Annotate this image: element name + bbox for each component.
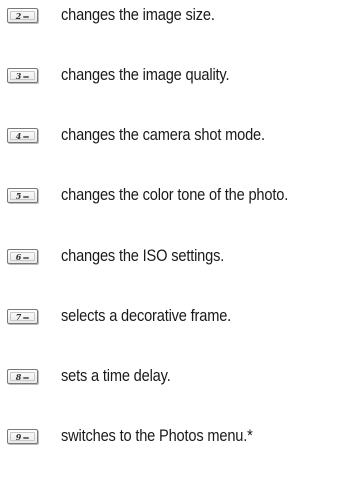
key-face: 8 (10, 372, 35, 381)
item-description: sets a time delay. (61, 366, 171, 385)
item-description: changes the ISO settings. (61, 246, 225, 265)
list-item: 4 changes the camera shot mode. (0, 122, 356, 152)
key-face: 5 (10, 191, 35, 200)
key-digit: 3 (15, 70, 22, 81)
key-function-list: 2 changes the image size. 3 changes the … (0, 0, 356, 479)
key-face: 6 (10, 252, 35, 261)
item-description: changes the image quality. (61, 65, 230, 84)
key-digit: 5 (15, 190, 22, 201)
key-letters-mark (23, 15, 30, 18)
key-9-icon: 9 (7, 429, 38, 444)
key-letters-mark (23, 256, 30, 259)
list-item: 5 changes the color tone of the photo. (0, 182, 356, 212)
list-item: 3 changes the image quality. (0, 62, 356, 92)
list-item: 8 sets a time delay. (0, 363, 356, 393)
key-face: 4 (10, 131, 35, 140)
key-5-icon: 5 (7, 188, 38, 203)
item-description: selects a decorative frame. (61, 306, 232, 325)
item-description: changes the image size. (61, 5, 215, 24)
key-4-icon: 4 (7, 128, 38, 143)
item-description: changes the color tone of the photo. (61, 185, 289, 204)
key-letters-mark (23, 376, 30, 379)
key-face: 7 (10, 312, 35, 321)
list-item: 2 changes the image size. (0, 2, 356, 32)
key-8-icon: 8 (7, 369, 38, 384)
key-digit: 8 (15, 371, 22, 382)
key-letters-mark (23, 75, 30, 78)
key-digit: 4 (15, 130, 22, 141)
key-digit: 9 (15, 431, 22, 442)
item-description: changes the camera shot mode. (61, 125, 265, 144)
item-description: switches to the Photos menu.* (61, 426, 253, 445)
list-item: 7 selects a decorative frame. (0, 303, 356, 333)
key-face: 3 (10, 71, 35, 80)
key-digit: 6 (15, 251, 22, 262)
key-3-icon: 3 (7, 68, 38, 83)
key-2-icon: 2 (7, 8, 38, 23)
key-7-icon: 7 (7, 309, 38, 324)
list-item: 6 changes the ISO settings. (0, 243, 356, 273)
key-face: 2 (10, 11, 35, 20)
key-digit: 7 (15, 311, 22, 322)
key-face: 9 (10, 432, 35, 441)
key-letters-mark (23, 316, 30, 319)
key-6-icon: 6 (7, 249, 38, 264)
key-letters-mark (23, 135, 30, 138)
list-item: 9 switches to the Photos menu.* (0, 423, 356, 453)
key-letters-mark (23, 436, 30, 439)
key-digit: 2 (15, 10, 22, 21)
key-letters-mark (23, 195, 30, 198)
